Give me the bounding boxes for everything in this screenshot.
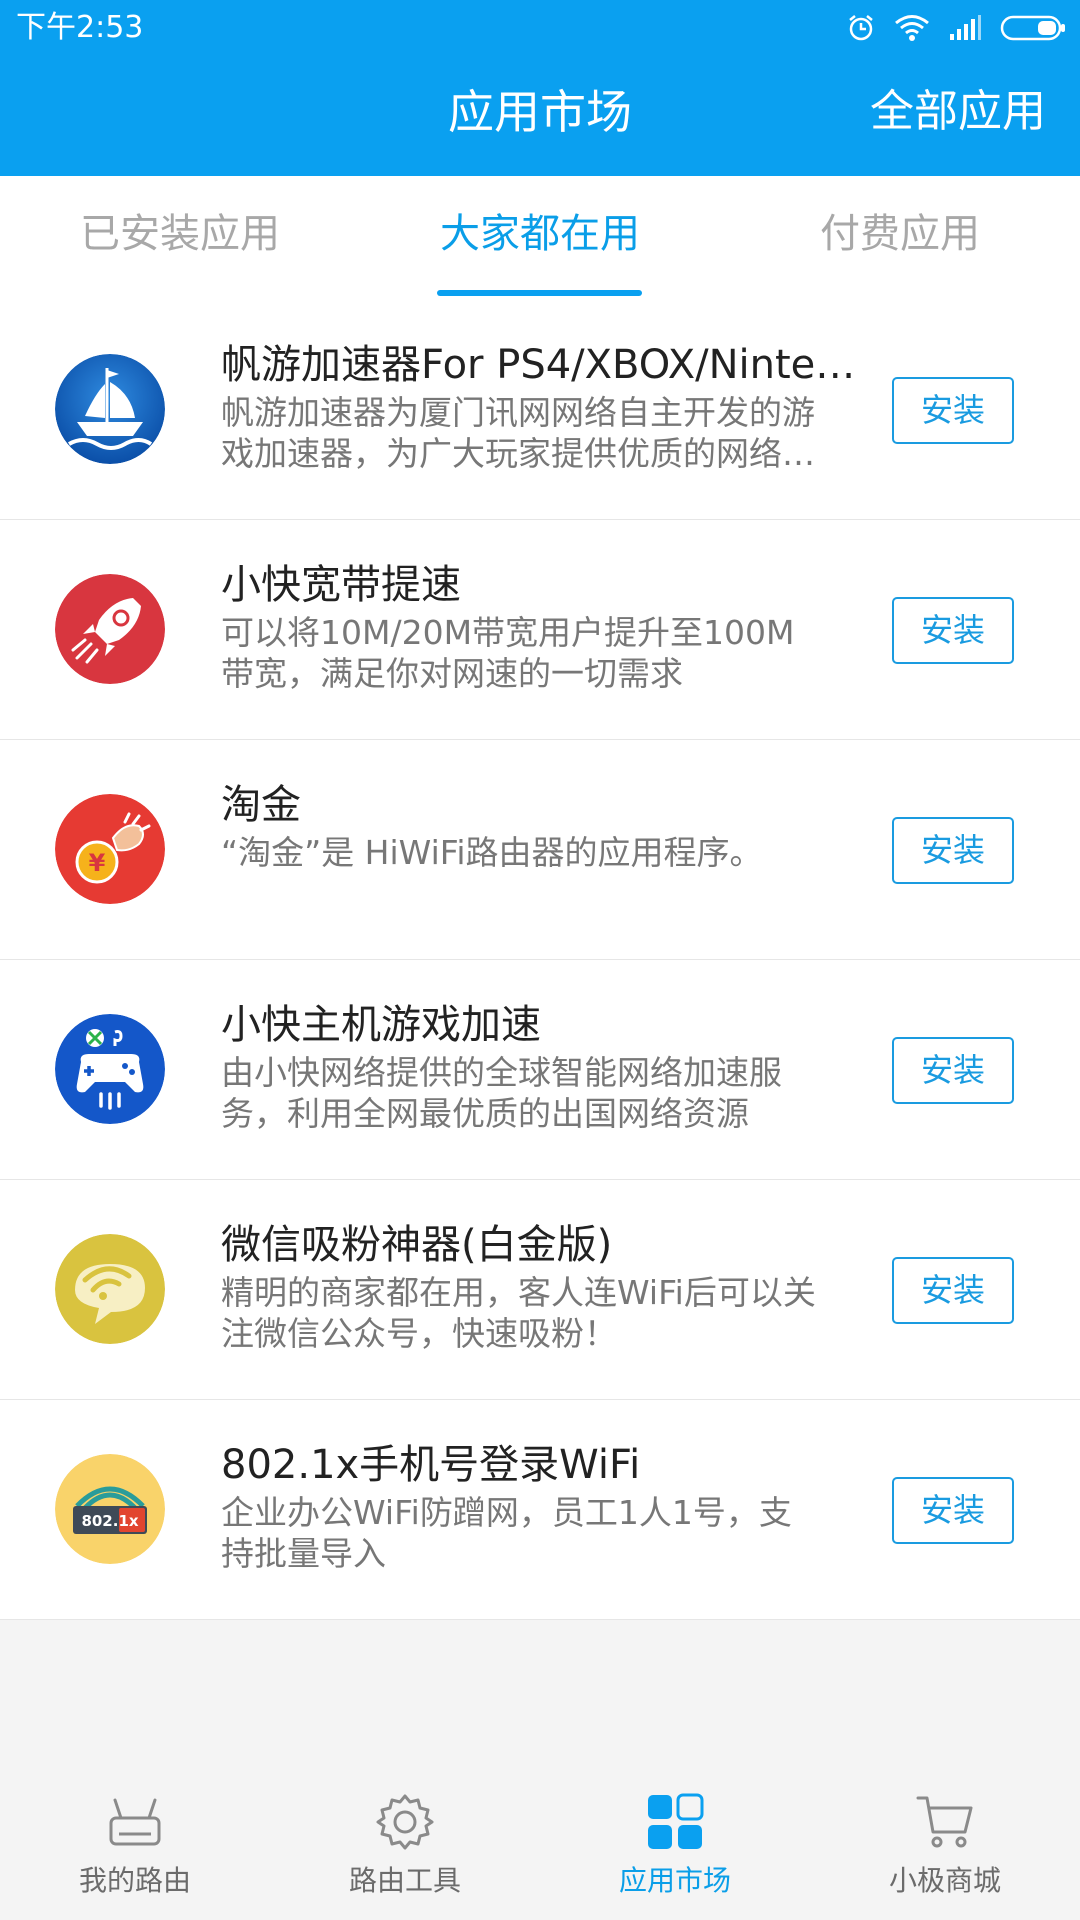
bottom-nav: 我的路由 路由工具 应用市场 小极商城	[0, 1770, 1080, 1920]
app-info: 小快宽带提速 可以将10M/20M带宽用户提升至100M带宽，满足你对网速的一切…	[221, 558, 861, 694]
list-item[interactable]: 微信吸粉神器(白金版) 精明的商家都在用，客人连WiFi后可以关注微信公众号，快…	[0, 1180, 1080, 1400]
gold-coin-icon: ¥	[55, 794, 165, 904]
nav-router-tools[interactable]: 路由工具	[270, 1770, 540, 1920]
alarm-icon	[849, 15, 873, 41]
app-bar: 应用市场 全部应用	[0, 56, 1080, 176]
all-apps-button[interactable]: 全部应用	[870, 82, 1046, 142]
svg-text:¥: ¥	[89, 849, 106, 877]
install-button[interactable]: 安装	[892, 1257, 1014, 1324]
tab-popular[interactable]: 大家都在用	[360, 176, 720, 300]
rocket-icon	[55, 574, 165, 684]
install-button[interactable]: 安装	[892, 1477, 1014, 1544]
app-description: 可以将10M/20M带宽用户提升至100M带宽，满足你对网速的一切需求	[221, 613, 795, 693]
nav-label: 小极商城	[888, 1864, 1001, 1897]
app-info: 淘金 “淘金”是 HiWiFi路由器的应用程序。	[221, 778, 861, 873]
app-name: 淘金	[221, 782, 301, 828]
list-item[interactable]: 小快宽带提速 可以将10M/20M带宽用户提升至100M带宽，满足你对网速的一切…	[0, 520, 1080, 740]
nav-my-router[interactable]: 我的路由	[0, 1770, 270, 1920]
ship-icon	[55, 354, 165, 464]
gamepad-icon	[55, 1014, 165, 1124]
list-item[interactable]: 802.1x 802.1x手机号登录WiFi 企业办公WiFi防蹭网，员工1人1…	[0, 1400, 1080, 1620]
tab-installed[interactable]: 已安装应用	[0, 176, 360, 300]
app-description: 由小快网络提供的全球智能网络加速服务，利用全网最优质的出国网络资源	[221, 1053, 782, 1133]
list-item[interactable]: 帆游加速器For PS4/XBOX/Nintendo 帆游加速器为厦门讯网网络自…	[0, 300, 1080, 520]
status-icons	[846, 12, 1066, 44]
nav-label: 我的路由	[78, 1864, 191, 1897]
gear-icon	[376, 1794, 434, 1850]
signal-icon	[950, 15, 981, 40]
app-name: 802.1x手机号登录WiFi	[221, 1442, 641, 1488]
status-bar: 下午2:53	[0, 0, 1080, 56]
router-icon	[109, 1798, 161, 1846]
install-button[interactable]: 安装	[892, 597, 1014, 664]
app-name: 小快宽带提速	[221, 562, 461, 608]
app-grid-icon	[648, 1793, 704, 1849]
list-item[interactable]: ¥ 淘金 “淘金”是 HiWiFi路由器的应用程序。 安装	[0, 740, 1080, 960]
chat-wifi-icon	[55, 1234, 165, 1344]
app-info: 802.1x手机号登录WiFi 企业办公WiFi防蹭网，员工1人1号，支持批量导…	[221, 1438, 861, 1574]
wifi-icon	[895, 15, 929, 41]
battery-icon	[1000, 15, 1065, 41]
app-description: 帆游加速器为厦门讯网网络自主开发的游戏加速器，为广大玩家提供优质的网络加速服务	[221, 393, 815, 473]
nav-label: 应用市场	[618, 1864, 731, 1897]
app-name: 微信吸粉神器(白金版)	[221, 1222, 613, 1268]
app-info: 小快主机游戏加速 由小快网络提供的全球智能网络加速服务，利用全网最优质的出国网络…	[221, 998, 861, 1134]
app-info: 帆游加速器For PS4/XBOX/Nintendo 帆游加速器为厦门讯网网络自…	[221, 338, 861, 474]
app-name: 小快主机游戏加速	[221, 1002, 541, 1048]
nav-shop[interactable]: 小极商城	[810, 1770, 1080, 1920]
status-time: 下午2:53	[16, 10, 144, 45]
tab-bar: 已安装应用 大家都在用 付费应用	[0, 176, 1080, 300]
app-description: 精明的商家都在用，客人连WiFi后可以关注微信公众号，快速吸粉！	[221, 1273, 816, 1353]
install-button[interactable]: 安装	[892, 1037, 1014, 1104]
app-description: “淘金”是 HiWiFi路由器的应用程序。	[221, 833, 763, 872]
install-button[interactable]: 安装	[892, 817, 1014, 884]
8021x-icon-text: 802.1x	[81, 1512, 138, 1530]
app-name: 帆游加速器For PS4/XBOX/Nintendo	[221, 342, 861, 388]
nav-app-market[interactable]: 应用市场	[540, 1770, 810, 1920]
8021x-icon: 802.1x	[55, 1454, 165, 1564]
app-description: 企业办公WiFi防蹭网，员工1人1号，支持批量导入	[221, 1493, 792, 1573]
tab-indicator	[437, 290, 642, 296]
list-item[interactable]: 小快主机游戏加速 由小快网络提供的全球智能网络加速服务，利用全网最优质的出国网络…	[0, 960, 1080, 1180]
cart-icon	[916, 1796, 973, 1848]
nav-label: 路由工具	[348, 1864, 461, 1897]
app-info: 微信吸粉神器(白金版) 精明的商家都在用，客人连WiFi后可以关注微信公众号，快…	[221, 1218, 861, 1354]
app-list: 帆游加速器For PS4/XBOX/Nintendo 帆游加速器为厦门讯网网络自…	[0, 300, 1080, 1620]
tab-paid[interactable]: 付费应用	[720, 176, 1080, 300]
install-button[interactable]: 安装	[892, 377, 1014, 444]
